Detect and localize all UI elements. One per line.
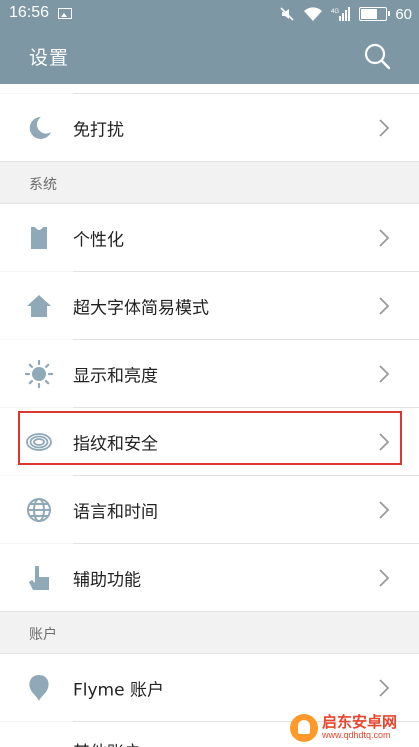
watermark-url: www.qdhdtq.com xyxy=(322,730,391,741)
status-time: 16:56 xyxy=(9,4,50,21)
app-bar: 设置 xyxy=(0,28,419,84)
settings-item-label: 语言和时间 xyxy=(73,502,158,522)
chevron-right-icon xyxy=(379,568,390,587)
moon-icon xyxy=(29,116,51,139)
settings-item-label: 辅助功能 xyxy=(73,570,141,590)
chevron-right-icon xyxy=(379,678,390,697)
hand-pointer-icon xyxy=(29,565,49,590)
chevron-right-icon xyxy=(379,228,390,247)
status-bar: 16:56 4G 60 xyxy=(0,0,419,28)
section-header-account: 账户 xyxy=(0,611,419,654)
mute-icon xyxy=(280,7,294,21)
search-icon[interactable] xyxy=(362,41,392,71)
brightness-icon xyxy=(24,359,54,388)
watermark: 启东安卓网 www.qdhdtq.com xyxy=(290,710,418,746)
settings-item-label: 免打扰 xyxy=(73,120,124,140)
settings-item-label: 个性化 xyxy=(73,230,124,250)
page-title: 设置 xyxy=(29,47,70,69)
battery-icon xyxy=(359,7,391,21)
network-type-label: 4G xyxy=(331,9,339,15)
image-notification-icon xyxy=(58,8,72,19)
section-title: 系统 xyxy=(29,177,57,193)
settings-item-dnd[interactable]: 免打扰 xyxy=(0,94,419,161)
highlight-box xyxy=(18,411,402,465)
battery-level: 60 xyxy=(395,5,412,23)
settings-item-label: 超大字体简易模式 xyxy=(73,298,209,318)
watermark-logo xyxy=(290,714,318,742)
section-header-system: 系统 xyxy=(0,161,419,204)
globe-icon xyxy=(27,497,51,522)
settings-item-label: Flyme 账户 xyxy=(73,680,164,700)
watermark-name: 启东安卓网 xyxy=(322,713,398,732)
chevron-right-icon xyxy=(379,500,390,519)
settings-item-label: 显示和亮度 xyxy=(73,366,158,386)
settings-item-accessibility[interactable]: 辅助功能 xyxy=(0,544,419,611)
chevron-right-icon xyxy=(379,364,390,383)
settings-item-large-font[interactable]: 超大字体简易模式 xyxy=(0,272,419,339)
settings-item-language[interactable]: 语言和时间 xyxy=(0,476,419,543)
wifi-icon xyxy=(304,7,323,21)
shirt-icon xyxy=(31,226,47,249)
balloon-icon xyxy=(29,674,49,701)
status-right: 4G 60 xyxy=(279,4,412,24)
cell-signal-icon: 4G xyxy=(331,7,351,21)
settings-item-label: 其他账户 xyxy=(73,738,141,747)
settings-item-personalize[interactable]: 个性化 xyxy=(0,204,419,271)
settings-item-display[interactable]: 显示和亮度 xyxy=(0,340,419,407)
list-item-partial-top xyxy=(0,84,419,93)
section-title: 账户 xyxy=(29,627,57,643)
chevron-right-icon xyxy=(379,118,390,137)
chevron-right-icon xyxy=(379,296,390,315)
settings-list: 免打扰 系统 个性化 超大字体简易模式 显示和亮度 指纹和安全 语言和时间 辅助… xyxy=(0,84,419,747)
home-icon xyxy=(27,294,51,317)
